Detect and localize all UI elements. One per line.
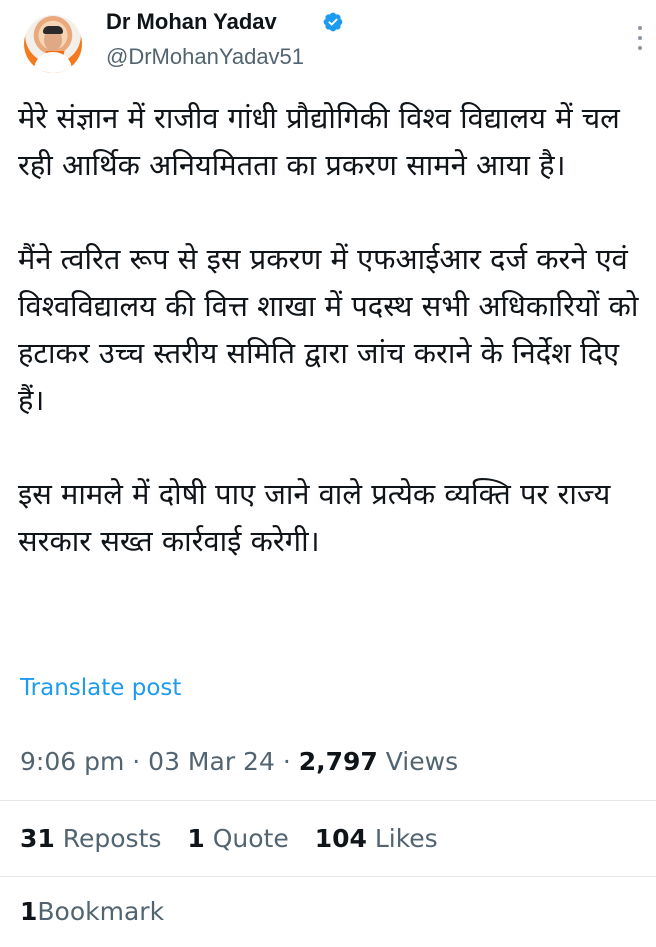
author-name[interactable]: Dr Mohan Yadav bbox=[106, 7, 277, 37]
more-vertical-icon[interactable] bbox=[628, 24, 652, 52]
divider bbox=[0, 876, 656, 877]
post-text: मेरे संज्ञान में राजीव गांधी प्रौद्योगिक… bbox=[18, 95, 648, 565]
translate-post-link[interactable]: Translate post bbox=[20, 673, 181, 703]
verified-badge-icon bbox=[323, 12, 343, 32]
views-count: 2,797 bbox=[298, 747, 378, 776]
likes-count: 104 bbox=[314, 824, 367, 853]
post-date[interactable]: 03 Mar 24 bbox=[148, 747, 275, 776]
post-paragraph: मैंने त्वरित रूप से इस प्रकरण में एफआईआर… bbox=[18, 242, 648, 417]
bookmarks-count: 1 bbox=[20, 897, 38, 926]
post-paragraph: इस मामले में दोषी पाए जाने वाले प्रत्येक… bbox=[18, 477, 620, 558]
author-handle[interactable]: @DrMohanYadav51 bbox=[106, 42, 304, 72]
engagement-stats: 31 Reposts 1 Quote 104 Likes bbox=[20, 822, 456, 856]
likes-label: Likes bbox=[374, 824, 438, 853]
views-label: Views bbox=[385, 747, 459, 776]
avatar[interactable] bbox=[24, 15, 82, 73]
meta-separator: · bbox=[132, 747, 141, 776]
meta-separator: · bbox=[282, 747, 291, 776]
reposts-stat[interactable]: 31 Reposts bbox=[20, 824, 161, 853]
quotes-count: 1 bbox=[187, 824, 205, 853]
reposts-count: 31 bbox=[20, 824, 55, 853]
post-header: Dr Mohan Yadav @DrMohanYadav51 bbox=[0, 0, 656, 80]
reposts-label: Reposts bbox=[62, 824, 162, 853]
post-metadata: 9:06 pm · 03 Mar 24 · 2,797 Views bbox=[20, 745, 458, 779]
post-paragraph: मेरे संज्ञान में राजीव गांधी प्रौद्योगिक… bbox=[18, 101, 630, 182]
quotes-label: Quote bbox=[212, 824, 289, 853]
post-time[interactable]: 9:06 pm bbox=[20, 747, 124, 776]
divider bbox=[0, 800, 656, 801]
quotes-stat[interactable]: 1 Quote bbox=[187, 824, 288, 853]
bookmarks-label: Bookmark bbox=[37, 897, 165, 926]
bookmarks-stat[interactable]: 1Bookmark bbox=[20, 895, 164, 929]
likes-stat[interactable]: 104 Likes bbox=[315, 824, 438, 853]
